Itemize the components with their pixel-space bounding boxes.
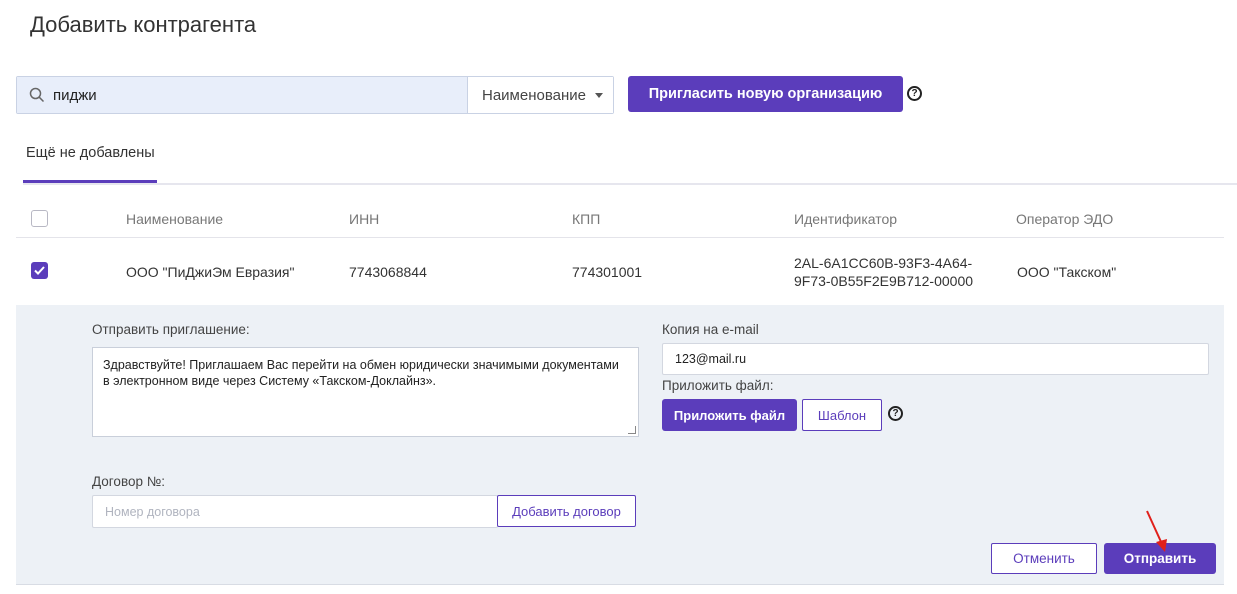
invite-organization-button[interactable]: Пригласить новую организацию (628, 76, 903, 112)
checkmark-icon (34, 266, 45, 275)
cancel-button[interactable]: Отменить (991, 543, 1097, 574)
row-kpp: 774301001 (572, 264, 643, 280)
column-header-name: Наименование (126, 211, 224, 227)
tabs-divider (23, 183, 1237, 185)
search-icon (29, 87, 45, 103)
attach-file-label: Приложить файл: (662, 378, 774, 393)
chevron-down-icon (594, 92, 603, 98)
template-button[interactable]: Шаблон (802, 399, 882, 431)
page-title: Добавить контрагента (30, 12, 257, 37)
search-field[interactable] (17, 77, 467, 113)
help-icon[interactable]: ? (888, 406, 903, 421)
copy-email-value: 123@mail.ru (675, 352, 747, 366)
contract-label: Договор №: (92, 474, 165, 489)
copy-email-input[interactable]: 123@mail.ru (662, 343, 1209, 375)
search-filter-select[interactable]: Наименование (467, 77, 613, 113)
column-header-kpp: КПП (572, 211, 601, 227)
message-text: Здравствуйте! Приглашаем Вас перейти на … (103, 358, 619, 388)
column-header-operator: Оператор ЭДО (1016, 211, 1114, 227)
table-header-divider (16, 237, 1224, 238)
panel-bottom-border (16, 584, 1224, 585)
help-icon[interactable]: ? (907, 86, 922, 101)
column-header-inn: ИНН (349, 211, 380, 227)
resize-grip-icon[interactable] (628, 426, 636, 434)
row-operator: ООО "Такском" (1017, 264, 1117, 280)
contract-number-input[interactable]: Номер договора (92, 495, 498, 528)
message-textarea[interactable]: Здравствуйте! Приглашаем Вас перейти на … (92, 347, 639, 437)
attach-file-button[interactable]: Приложить файл (662, 399, 797, 431)
row-identifier: 2AL-6A1CC60B-93F3-4A64- 9F73-0B55F2E9B71… (794, 254, 973, 290)
tab-not-added[interactable]: Ещё не добавлены (23, 134, 157, 183)
row-identifier-line2: 9F73-0B55F2E9B712-00000 (794, 273, 974, 289)
search-input[interactable] (53, 86, 433, 104)
row-name: ООО "ПиДжиЭм Евразия" (126, 264, 295, 280)
select-all-checkbox[interactable] (31, 210, 48, 227)
search-bar: Наименование (16, 76, 614, 114)
copy-email-label: Копия на e-mail (662, 322, 759, 337)
contract-number-placeholder: Номер договора (105, 504, 200, 519)
row-checkbox[interactable] (31, 262, 48, 279)
search-filter-value: Наименование (482, 86, 586, 104)
add-contract-button[interactable]: Добавить договор (497, 495, 636, 527)
red-arrow-annotation (1146, 510, 1167, 552)
column-header-identifier: Идентификатор (794, 211, 898, 227)
message-label: Отправить приглашение: (92, 322, 250, 337)
row-identifier-line1: 2AL-6A1CC60B-93F3-4A64- (794, 255, 973, 271)
row-inn: 7743068844 (349, 264, 427, 280)
